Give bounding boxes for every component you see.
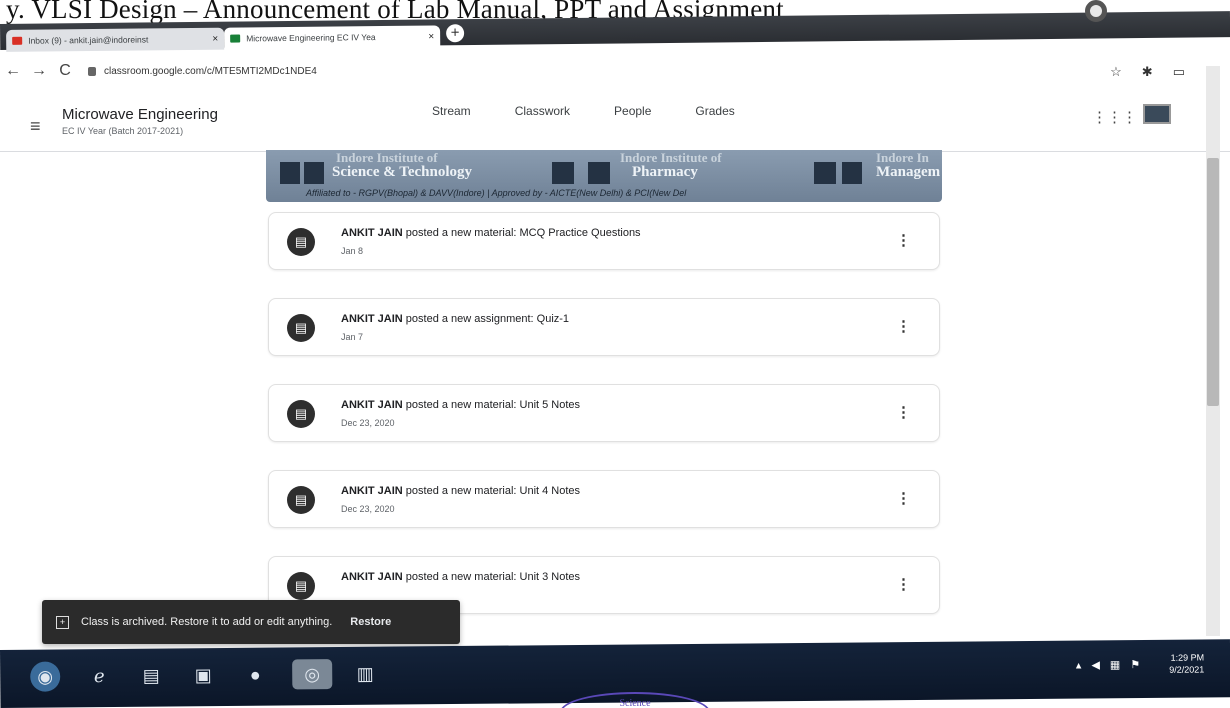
internet-explorer-icon[interactable]: ℯ <box>84 661 114 691</box>
post-title: ANKIT JAIN posted a new material: Unit 5… <box>341 399 580 411</box>
more-options-icon[interactable]: ⋮ <box>896 231 911 249</box>
tab-microwave-engineering[interactable]: Microwave Engineering EC IV Yea × <box>224 25 441 50</box>
post-action: posted a new material: Unit 3 Notes <box>402 571 581 583</box>
banner-institute-science: Science & Technology <box>332 164 473 180</box>
google-apps-icon[interactable]: ⋮⋮⋮ <box>1092 108 1137 126</box>
post-date: Dec 23, 2020 <box>341 504 395 514</box>
class-subtitle: EC IV Year (Batch 2017-2021) <box>62 126 184 136</box>
profile-icon[interactable] <box>1085 0 1107 22</box>
class-banner: Indore Institute of Science & Technology… <box>266 150 942 202</box>
post-date: Jan 7 <box>341 332 364 342</box>
material-icon: ▤ <box>287 572 315 600</box>
banner-institute-pharmacy: Pharmacy <box>632 164 698 180</box>
extension-icon[interactable]: ✱ <box>1142 64 1153 80</box>
tab-stream[interactable]: Stream <box>432 104 471 118</box>
tab-gmail-inbox[interactable]: Inbox (9) - ankit.jain@indoreinst × <box>6 27 225 52</box>
post-action: posted a new material: Unit 4 Notes <box>402 485 581 497</box>
hamburger-menu-icon[interactable]: ≡ <box>30 116 41 137</box>
post-title: ANKIT JAIN posted a new material: MCQ Pr… <box>341 227 641 239</box>
tab-classwork[interactable]: Classwork <box>515 104 570 118</box>
close-icon[interactable]: × <box>212 33 218 44</box>
restore-button[interactable]: Restore <box>350 616 391 628</box>
post-author: ANKIT JAIN <box>341 399 403 411</box>
more-options-icon[interactable]: ⋮ <box>896 575 911 593</box>
post-author: ANKIT JAIN <box>341 571 403 583</box>
clock-time: 1:29 PM <box>1170 652 1205 663</box>
snackbar-message: Class is archived. Restore it to add or … <box>81 616 333 628</box>
address-bar[interactable]: classroom.google.com/c/MTE5MTI2MDc1NDE4 <box>88 66 317 77</box>
classroom-header: ≡ Microwave Engineering EC IV Year (Batc… <box>0 86 1230 152</box>
more-options-icon[interactable]: ⋮ <box>896 317 911 335</box>
document-app-icon[interactable]: ▥ <box>350 659 380 689</box>
banner-logo-block <box>842 162 862 184</box>
close-icon[interactable]: × <box>428 31 434 42</box>
post-action: posted a new material: Unit 5 Notes <box>402 399 581 411</box>
system-tray: ▴ ◀ ▦ ⚑ <box>1076 658 1140 672</box>
browser-toolbar: ← → C classroom.google.com/c/MTE5MTI2MDc… <box>0 56 1230 86</box>
banner-logo-block <box>304 162 324 184</box>
more-options-icon[interactable]: ⋮ <box>896 489 911 507</box>
assignment-icon: ▤ <box>287 314 315 342</box>
scrollbar-thumb[interactable] <box>1207 158 1219 406</box>
post-action: posted a new assignment: Quiz-1 <box>402 313 570 325</box>
post-author: ANKIT JAIN <box>341 485 403 497</box>
stream-post[interactable]: ▤ ANKIT JAIN posted a new material: Unit… <box>268 470 940 528</box>
tab-grades[interactable]: Grades <box>695 104 734 118</box>
taskbar-clock[interactable]: 1:29 PM 9/2/2021 <box>1169 651 1204 675</box>
stream-post[interactable]: ▤ ANKIT JAIN posted a new material: Unit… <box>268 384 940 442</box>
post-title: ANKIT JAIN posted a new assignment: Quiz… <box>341 313 569 325</box>
new-tab-button[interactable]: + <box>446 24 465 43</box>
post-author: ANKIT JAIN <box>341 313 403 325</box>
network-icon[interactable]: ▦ <box>1110 658 1121 671</box>
more-options-icon[interactable]: ⋮ <box>896 403 911 421</box>
tab-people[interactable]: People <box>614 104 651 118</box>
material-icon: ▤ <box>287 486 315 514</box>
gmail-icon <box>12 36 23 45</box>
firefox-icon[interactable]: ● <box>240 660 270 690</box>
clock-date: 9/2/2021 <box>1169 664 1205 675</box>
cast-icon[interactable]: ▭ <box>1173 64 1185 80</box>
stream-post[interactable]: ▤ ANKIT JAIN posted a new material: MCQ … <box>268 212 940 270</box>
post-date: Jan 8 <box>341 246 364 256</box>
media-player-icon[interactable]: ▣ <box>188 660 218 690</box>
start-button-icon[interactable]: ◉ <box>30 661 61 692</box>
post-title: ANKIT JAIN posted a new material: Unit 3… <box>341 571 580 583</box>
banner-logo-block <box>814 162 836 184</box>
back-button[interactable]: ← <box>0 62 26 80</box>
forward-button[interactable]: → <box>26 62 52 80</box>
class-title[interactable]: Microwave Engineering <box>62 106 218 123</box>
banner-affiliation: Affiliated to - RGPV(Bhopal) & DAVV(Indo… <box>306 188 687 198</box>
lock-icon <box>88 66 96 76</box>
archive-info-icon: + <box>56 615 69 629</box>
material-icon: ▤ <box>287 400 315 428</box>
url-text: classroom.google.com/c/MTE5MTI2MDc1NDE4 <box>104 65 317 77</box>
post-action: posted a new material: MCQ Practice Ques… <box>402 227 641 239</box>
volume-icon[interactable]: ◀ <box>1091 658 1100 671</box>
class-thumbnail[interactable] <box>1143 104 1171 124</box>
post-title: ANKIT JAIN posted a new material: Unit 4… <box>341 485 580 497</box>
banner-institute-management: Managem <box>876 164 941 180</box>
stream-post[interactable]: ▤ ANKIT JAIN posted a new assignment: Qu… <box>268 298 940 356</box>
bookmark-star-icon[interactable]: ☆ <box>1110 64 1122 80</box>
tray-arrow-icon[interactable]: ▴ <box>1076 659 1082 672</box>
classroom-icon <box>230 34 241 43</box>
archived-snackbar: + Class is archived. Restore it to add o… <box>42 600 460 644</box>
banner-logo-block <box>588 162 610 184</box>
class-nav-tabs: Stream Classwork People Grades <box>432 104 735 118</box>
reload-button[interactable]: C <box>52 62 78 80</box>
chrome-icon[interactable]: ◎ <box>292 659 333 690</box>
banner-logo-block <box>552 162 574 184</box>
post-date: Dec 23, 2020 <box>341 418 395 428</box>
post-author: ANKIT JAIN <box>341 227 403 239</box>
file-explorer-icon[interactable]: ▤ <box>136 661 166 691</box>
tab-label: Inbox (9) - ankit.jain@indoreinst <box>28 34 149 46</box>
language-icon[interactable]: ⚑ <box>1130 658 1140 671</box>
tab-label: Microwave Engineering EC IV Yea <box>246 32 376 44</box>
banner-logo-block <box>280 162 300 184</box>
material-icon: ▤ <box>287 228 315 256</box>
